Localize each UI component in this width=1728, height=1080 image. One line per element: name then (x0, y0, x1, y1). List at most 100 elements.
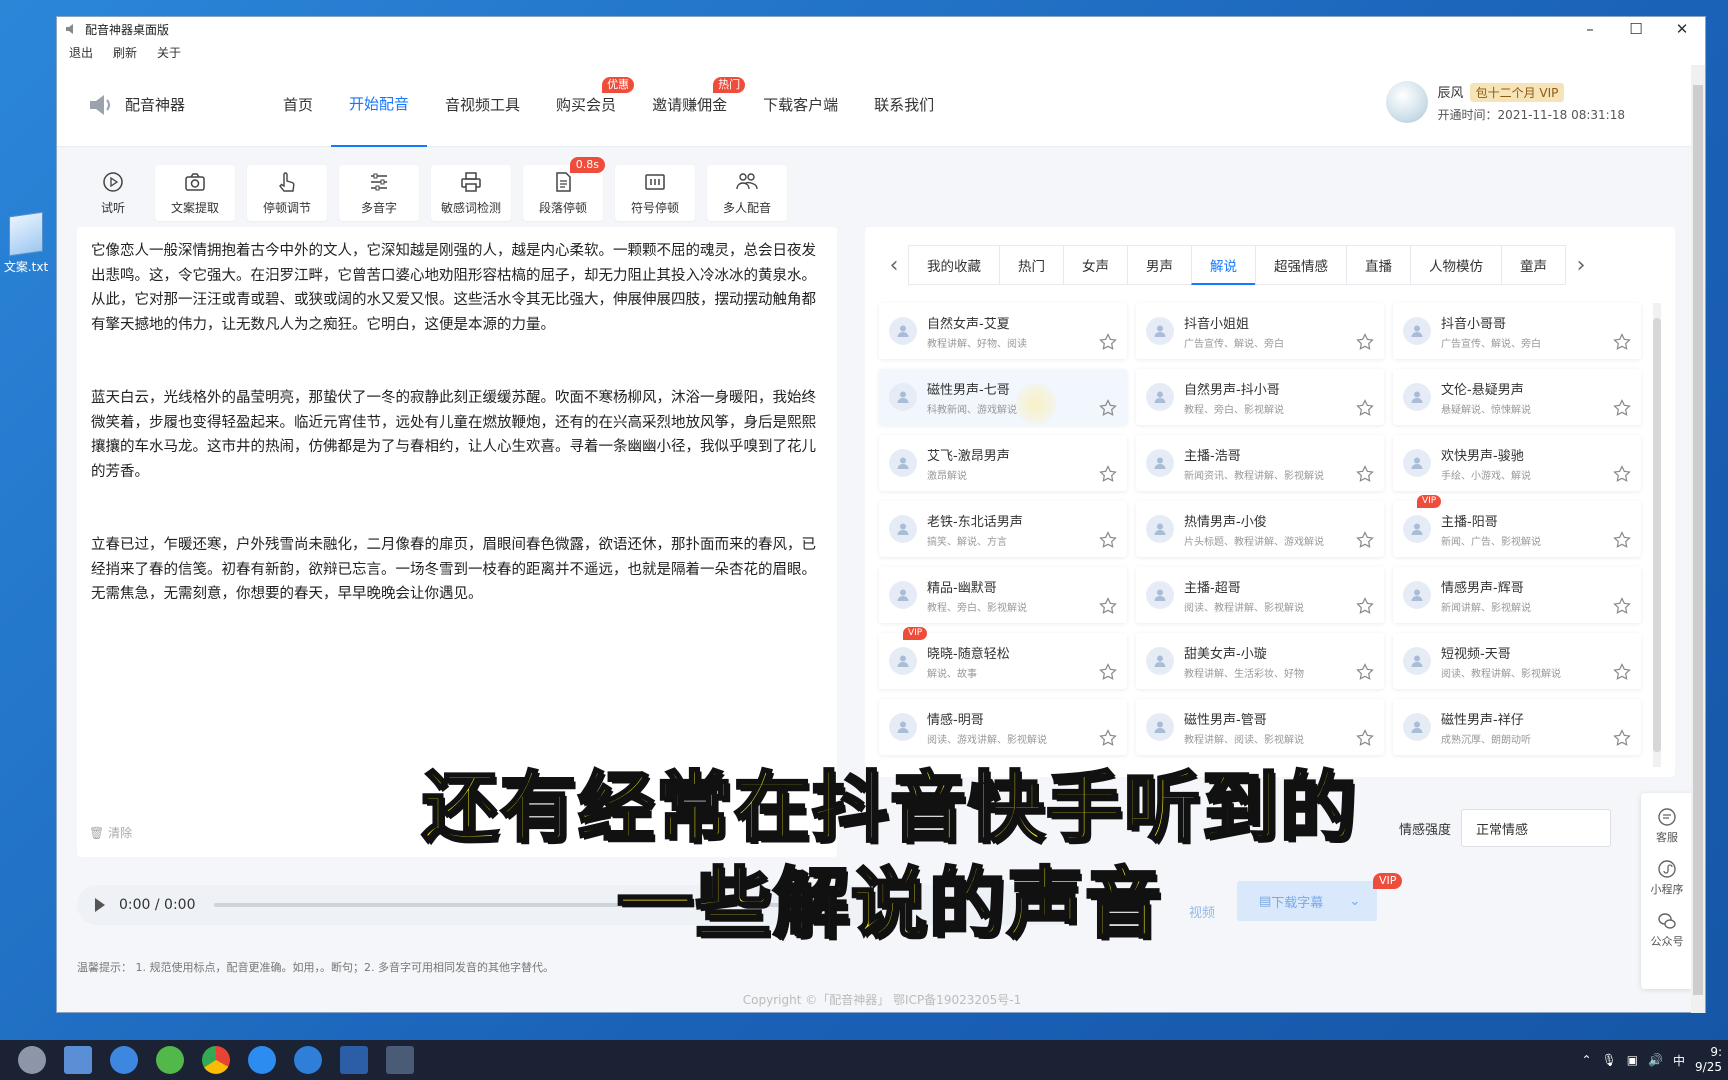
tab-emotional[interactable]: 超强情感 (1255, 245, 1347, 285)
dubbing-app-icon[interactable] (386, 1046, 414, 1074)
star-icon[interactable] (1099, 399, 1117, 417)
star-icon[interactable] (1613, 729, 1631, 747)
star-icon[interactable] (1613, 333, 1631, 351)
close-button[interactable]: ✕ (1659, 17, 1705, 41)
listen-button[interactable]: 试听 (83, 165, 143, 221)
window-scrollbar[interactable] (1691, 65, 1705, 1013)
voice-scrollbar[interactable] (1653, 303, 1661, 767)
voice-card[interactable]: 甜美女声-小璇 教程讲解、生活彩妆、好物 (1136, 633, 1384, 689)
voice-card[interactable]: 晓晓-随意轻松 解说、故事 VIP (879, 627, 1127, 689)
s-app-icon[interactable] (294, 1046, 322, 1074)
scrollbar-thumb[interactable] (1653, 318, 1661, 752)
customer-service-button[interactable]: 客服 (1656, 807, 1678, 845)
chevron-up-icon[interactable]: ⌃ (1581, 1053, 1591, 1067)
menu-exit[interactable]: 退出 (69, 44, 93, 61)
star-icon[interactable] (1356, 663, 1374, 681)
tab-favorites[interactable]: 我的收藏 (908, 245, 1000, 285)
clear-button[interactable]: 🗑 清除 (89, 821, 132, 846)
start-icon[interactable] (18, 1046, 46, 1074)
star-icon[interactable] (1356, 333, 1374, 351)
tab-female[interactable]: 女声 (1063, 245, 1128, 285)
voice-card[interactable]: 情感-明哥 阅读、游戏讲解、影视解说 (879, 699, 1127, 755)
clock[interactable]: 9: 9/25 (1695, 1045, 1722, 1075)
tab-male[interactable]: 男声 (1127, 245, 1192, 285)
menu-about[interactable]: 关于 (157, 44, 181, 61)
tab-commentary[interactable]: 解说 (1191, 245, 1256, 285)
video-app-icon[interactable] (340, 1046, 368, 1074)
microphone-icon[interactable]: 🎙 (1602, 1053, 1617, 1067)
paragraph-pause-button[interactable]: 0.8s 段落停顿 (523, 157, 605, 221)
voice-card[interactable]: 艾飞-激昂男声 激昂解说 (879, 435, 1127, 491)
input-method[interactable]: 中 (1673, 1052, 1685, 1069)
multi-voice-button[interactable]: 多人配音 (707, 165, 787, 221)
nav-buy-membership[interactable]: 购买会员 优惠 (538, 63, 635, 147)
star-icon[interactable] (1613, 531, 1631, 549)
star-icon[interactable] (1356, 399, 1374, 417)
voice-card[interactable]: 抖音小姐姐 广告宣传、解说、旁白 (1136, 303, 1384, 359)
voice-card[interactable]: 欢快男声-骏驰 手绘、小游戏、解说 (1393, 435, 1641, 491)
nav-av-tools[interactable]: 音视频工具 (427, 63, 538, 147)
voice-card[interactable]: 主播-浩哥 新闻资讯、教程讲解、影视解说 (1136, 435, 1384, 491)
tab-live[interactable]: 直播 (1346, 245, 1411, 285)
user-info[interactable]: 辰风 包十二个月 VIP 开通时间：2021-11-18 08:31:18 (1385, 81, 1625, 123)
desktop-icon[interactable] (64, 1046, 92, 1074)
pause-adjust-button[interactable]: 停顿调节 (247, 165, 327, 221)
voice-card[interactable]: 文伦-悬疑男声 悬疑解说、惊悚解说 (1393, 369, 1641, 425)
star-icon[interactable] (1356, 531, 1374, 549)
maximize-button[interactable]: ☐ (1613, 17, 1659, 41)
browser-icon[interactable] (110, 1046, 138, 1074)
chevron-left-icon[interactable]: ‹ (879, 253, 909, 278)
avatar[interactable] (1385, 81, 1428, 123)
star-icon[interactable] (1099, 597, 1117, 615)
voice-card[interactable]: 磁性男声-七哥 科教新闻、游戏解说 (879, 369, 1127, 425)
nav-download-client[interactable]: 下载客户端 (745, 63, 856, 147)
chrome-icon[interactable] (202, 1046, 230, 1074)
mini-program-button[interactable]: 小程序 (1651, 859, 1684, 897)
star-icon[interactable] (1356, 597, 1374, 615)
tab-hot[interactable]: 热门 (999, 245, 1064, 285)
star-icon[interactable] (1099, 663, 1117, 681)
emotion-select[interactable]: 正常情感 (1461, 809, 1612, 847)
tab-imitation[interactable]: 人物模仿 (1410, 245, 1502, 285)
menu-refresh[interactable]: 刷新 (113, 44, 137, 61)
star-icon[interactable] (1099, 729, 1117, 747)
star-icon[interactable] (1613, 597, 1631, 615)
star-icon[interactable] (1356, 729, 1374, 747)
voice-card[interactable]: 主播-阳哥 新闻、广告、影视解说 VIP (1393, 495, 1641, 557)
play-icon[interactable] (95, 898, 105, 912)
voice-card[interactable]: 情感男声-辉哥 新闻讲解、影视解说 (1393, 567, 1641, 623)
network-icon[interactable]: ▣ (1627, 1053, 1638, 1067)
search-app-icon[interactable] (248, 1046, 276, 1074)
voice-card[interactable]: 磁性男声-管哥 教程讲解、阅读、影视解说 (1136, 699, 1384, 755)
sensitive-word-button[interactable]: 敏感词检测 (431, 165, 511, 221)
voice-card[interactable]: 短视频-天哥 阅读、教程讲解、影视解说 (1393, 633, 1641, 689)
desktop-file-wenan[interactable]: 文案.txt (0, 211, 52, 275)
nav-start-dubbing[interactable]: 开始配音 (331, 63, 428, 147)
voice-card[interactable]: 老铁-东北话男声 搞笑、解说、方言 (879, 501, 1127, 557)
voice-card[interactable]: 热情男声-小俊 片头标题、教程讲解、游戏解说 (1136, 501, 1384, 557)
star-icon[interactable] (1356, 465, 1374, 483)
star-icon[interactable] (1613, 465, 1631, 483)
chevron-right-icon[interactable]: › (1566, 253, 1596, 278)
volume-icon[interactable]: 🔊 (1648, 1053, 1663, 1067)
star-icon[interactable] (1099, 333, 1117, 351)
logo[interactable]: 配音神器 (87, 91, 255, 119)
voice-card[interactable]: 自然男声-抖小哥 教程、旁白、影视解说 (1136, 369, 1384, 425)
window-scrollbar-thumb[interactable] (1693, 85, 1703, 995)
voice-card[interactable]: 主播-超哥 阅读、教程讲解、影视解说 (1136, 567, 1384, 623)
text-extract-button[interactable]: 文案提取 (155, 165, 235, 221)
symbol-pause-button[interactable]: 符号停顿 (615, 165, 695, 221)
minimize-button[interactable]: – (1567, 17, 1613, 41)
nav-invite[interactable]: 邀请赚佣金 热门 (634, 63, 746, 147)
polyphone-button[interactable]: 多音字 (339, 165, 419, 221)
tab-child[interactable]: 童声 (1501, 245, 1566, 285)
nav-home[interactable]: 首页 (265, 63, 331, 147)
nav-contact[interactable]: 联系我们 (856, 63, 952, 147)
official-account-button[interactable]: 公众号 (1651, 911, 1684, 949)
star-icon[interactable] (1099, 531, 1117, 549)
browser-360-icon[interactable] (156, 1046, 184, 1074)
star-icon[interactable] (1613, 399, 1631, 417)
voice-card[interactable]: 精品-幽默哥 教程、旁白、影视解说 (879, 567, 1127, 623)
voice-card[interactable]: 抖音小哥哥 广告宣传、解说、旁白 (1393, 303, 1641, 359)
star-icon[interactable] (1613, 663, 1631, 681)
